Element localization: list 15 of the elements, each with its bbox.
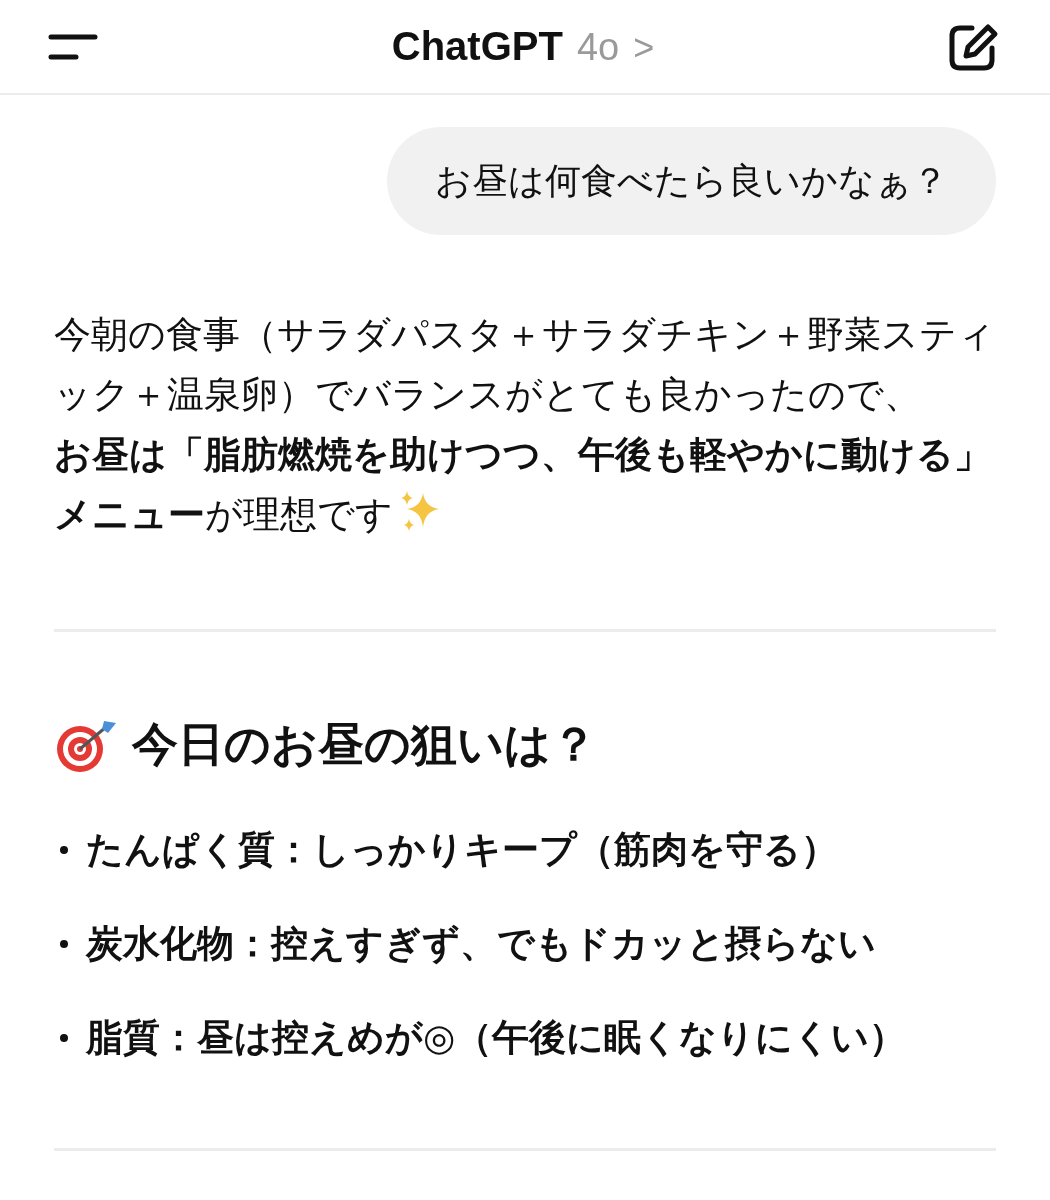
answer-paragraph: 今朝の食事（サラダパスタ＋サラダチキン＋野菜スティック＋温泉卵）でバランスがとても良かったので、 [54,312,996,418]
bullet-icon [60,940,68,948]
bullet-text: 脂質：昼は控えめが◎（午後に眠くなりにくい） [86,1015,907,1061]
model-label[interactable]: 4o [576,26,620,69]
section-heading: 今日のお昼の狙いは？ [132,716,597,773]
user-message: お昼は何食べたら良いかなぁ？ [387,127,996,235]
app-title[interactable]: ChatGPT [391,24,563,69]
answer-paragraph: お昼は「脂肪燃焼を助けつつ、午後も軽やかに動ける」メニューが理想です [54,432,992,538]
menu-icon[interactable] [48,32,98,61]
bullet-text: たんぱく質：しっかりキープ（筋肉を守る） [86,827,838,873]
chevron-icon[interactable]: > [633,27,655,69]
bullet-icon [60,846,68,854]
bullet-icon [60,1034,68,1042]
new-chat-icon[interactable] [948,21,1000,72]
bullet-text: 炭水化物：控えすぎず、でもドカッと摂らない [86,921,876,967]
